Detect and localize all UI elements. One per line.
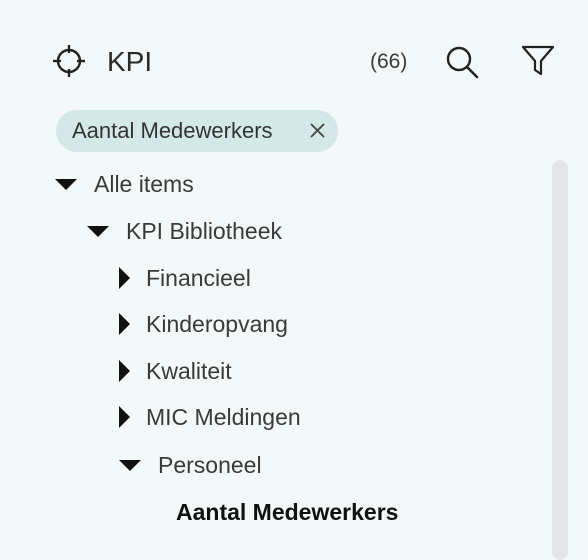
active-filter-label: Aantal Medewerkers bbox=[72, 118, 273, 143]
tree-item-personeel[interactable]: Personeel bbox=[119, 449, 262, 481]
caret-down-icon[interactable] bbox=[55, 178, 77, 190]
caret-right-icon[interactable] bbox=[119, 360, 130, 382]
filter-icon[interactable] bbox=[520, 44, 556, 78]
crosshair-icon bbox=[53, 45, 85, 77]
item-count: (66) bbox=[370, 50, 408, 73]
caret-right-icon[interactable] bbox=[119, 406, 130, 428]
caret-down-icon[interactable] bbox=[119, 459, 141, 471]
tree-item-alle-items[interactable]: Alle items bbox=[55, 168, 194, 200]
tree-item-kinderopvang[interactable]: Kinderopvang bbox=[119, 308, 288, 340]
scrollbar[interactable] bbox=[552, 160, 568, 560]
tree-item-kwaliteit[interactable]: Kwaliteit bbox=[119, 355, 232, 387]
tree-item-mic-meldingen[interactable]: MIC Meldingen bbox=[119, 401, 301, 433]
tree-item-label: Personeel bbox=[158, 452, 262, 478]
tree-item-financieel[interactable]: Financieel bbox=[119, 262, 251, 294]
kpi-panel: KPI (66) Aantal Medewerkers Alle items K… bbox=[0, 0, 588, 560]
caret-right-icon[interactable] bbox=[119, 313, 130, 335]
tree-item-label: Alle items bbox=[94, 171, 194, 197]
tree-item-label: Aantal Medewerkers bbox=[176, 499, 399, 525]
tree-item-kpi-bibliotheek[interactable]: KPI Bibliotheek bbox=[87, 215, 282, 247]
tree-item-aantal-medewerkers[interactable]: Aantal Medewerkers bbox=[176, 496, 398, 528]
active-filter-chip[interactable]: Aantal Medewerkers bbox=[56, 110, 338, 152]
close-icon[interactable] bbox=[309, 122, 326, 139]
search-icon[interactable] bbox=[444, 44, 480, 80]
tree-item-label: KPI Bibliotheek bbox=[126, 218, 282, 244]
tree-item-label: Kinderopvang bbox=[146, 311, 288, 337]
panel-header: KPI (66) bbox=[0, 0, 588, 110]
panel-title: KPI bbox=[107, 46, 153, 77]
caret-down-icon[interactable] bbox=[87, 225, 109, 237]
tree-item-label: Financieel bbox=[146, 265, 251, 291]
tree-item-label: MIC Meldingen bbox=[146, 404, 301, 430]
tree-item-label: Kwaliteit bbox=[146, 358, 232, 384]
caret-right-icon[interactable] bbox=[119, 267, 130, 289]
